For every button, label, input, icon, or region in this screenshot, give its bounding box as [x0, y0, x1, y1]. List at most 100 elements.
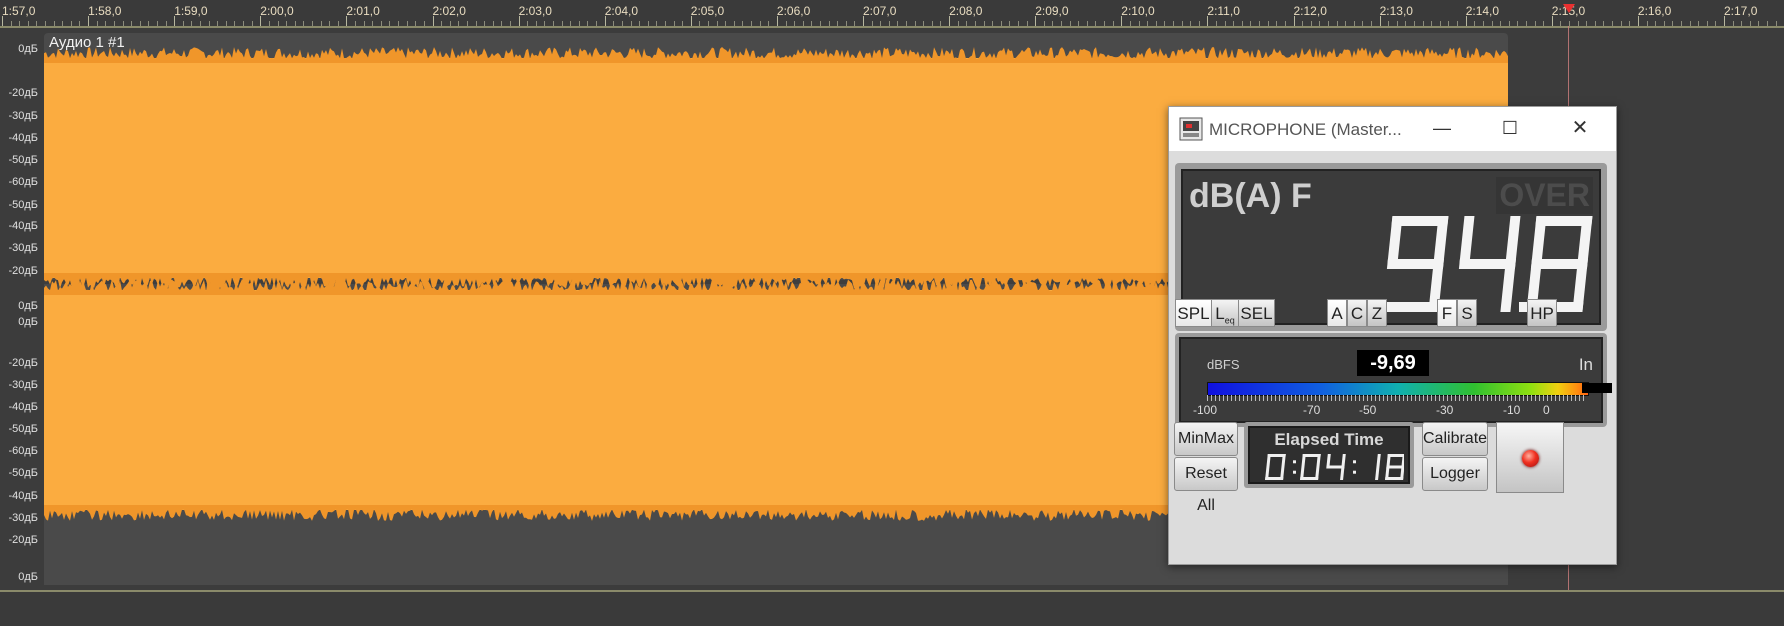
ruler-major-tick — [1293, 16, 1295, 26]
ruler-time-label: 2:02,0 — [432, 4, 466, 18]
digit-segment — [1375, 467, 1380, 480]
ruler-time-label: 1:59,0 — [174, 4, 208, 18]
ruler-minor-tick — [992, 21, 994, 26]
ruler-time-label: 2:16,0 — [1637, 4, 1672, 18]
digit-segment — [1315, 467, 1320, 480]
digit-segment — [1301, 454, 1306, 467]
weighting-a-button[interactable]: A — [1327, 299, 1347, 327]
reset-all-button[interactable]: Reset All — [1174, 457, 1238, 514]
ruler-major-tick — [776, 16, 778, 26]
spl-button[interactable]: SPL — [1175, 299, 1212, 327]
ruler-minor-tick — [1026, 21, 1028, 26]
weighting-c-button[interactable]: C — [1347, 299, 1367, 327]
ruler-minor-tick — [251, 21, 253, 26]
ruler-minor-tick — [36, 21, 38, 26]
track-title: Аудио 1 #1 — [49, 34, 125, 51]
ruler-time-label: 2:04,0 — [604, 4, 639, 18]
ruler-minor-tick — [217, 21, 219, 26]
dbfs-scale-label: -100 — [1193, 403, 1218, 417]
dbfs-value: -9,69 — [1357, 350, 1429, 376]
elapsed-time-display: Elapsed Time — [1248, 426, 1410, 484]
calibrate-button[interactable]: Calibrate — [1422, 422, 1488, 456]
ruler-major-tick — [1465, 16, 1467, 26]
minmax-button[interactable]: MinMax — [1174, 422, 1238, 456]
maximize-button[interactable]: ☐ — [1487, 113, 1533, 143]
db-scale-label: 0дБ — [18, 43, 38, 55]
dbfs-scale-label: -70 — [1303, 403, 1321, 417]
ruler-minor-tick — [1577, 21, 1579, 26]
db-scale-label: -20дБ — [8, 357, 38, 369]
ruler-minor-tick — [759, 21, 761, 26]
ruler-minor-tick — [191, 21, 193, 26]
ruler-minor-tick — [1474, 21, 1476, 26]
ruler-major-tick — [2, 16, 3, 26]
ruler-time-label: 2:13,0 — [1379, 4, 1413, 18]
ruler-major-tick — [1207, 16, 1209, 26]
leq-button[interactable]: Leq — [1211, 299, 1239, 327]
ruler-minor-tick — [492, 21, 494, 26]
record-button[interactable] — [1496, 422, 1564, 493]
digit-segment — [1500, 264, 1516, 312]
ruler-minor-tick — [1603, 21, 1605, 26]
dbfs-scale-label: -10 — [1503, 403, 1521, 417]
ruler-minor-tick — [613, 21, 615, 26]
ruler-minor-tick — [509, 21, 511, 26]
ruler-minor-tick — [303, 21, 305, 26]
db-scale-label: 0дБ — [18, 316, 38, 328]
ruler-minor-tick — [974, 21, 976, 26]
ruler-minor-tick — [1043, 21, 1045, 26]
ruler-minor-tick — [578, 21, 580, 26]
ruler-minor-tick — [1388, 21, 1390, 26]
db-scale-label: -20дБ — [8, 265, 38, 277]
timeline-ruler[interactable]: 1:57,0 1:58,0 1:59,0 2:00,0 2:01,0 2:02,0 2:03… — [0, 0, 1784, 28]
ruler-minor-tick — [1500, 21, 1502, 26]
ruler-minor-tick — [1775, 21, 1777, 26]
ruler-minor-tick — [337, 21, 339, 26]
ruler-minor-tick — [708, 21, 710, 26]
close-button[interactable]: ✕ — [1557, 113, 1603, 143]
ruler-minor-tick — [828, 21, 830, 26]
playhead-marker-icon[interactable] — [1563, 4, 1575, 13]
sound-level-meter-window[interactable]: MICROPHONE (Master... — ☐ ✕ dB(A) F OVER… — [1168, 106, 1617, 565]
leq-label: L — [1215, 304, 1225, 323]
ruler-minor-tick — [208, 21, 210, 26]
ruler-minor-tick — [837, 21, 839, 26]
ruler-minor-tick — [1181, 21, 1183, 26]
elapsed-time-title: Elapsed Time — [1274, 430, 1384, 449]
ruler-minor-tick — [1086, 21, 1088, 26]
ruler-minor-tick — [1767, 21, 1769, 26]
ruler-minor-tick — [1284, 21, 1286, 26]
segment-colon — [1293, 470, 1296, 474]
ruler-minor-tick — [1138, 21, 1140, 26]
ruler-minor-tick — [664, 21, 666, 26]
minimize-button[interactable]: — — [1419, 113, 1465, 143]
ruler-major-tick — [949, 16, 951, 26]
ruler-minor-tick — [148, 21, 150, 26]
leq-subscript: eq — [1224, 315, 1235, 326]
ruler-minor-tick — [1405, 21, 1407, 26]
weighting-z-button[interactable]: Z — [1367, 299, 1387, 327]
ruler-minor-tick — [27, 21, 29, 26]
digit-segment — [1505, 216, 1521, 264]
ruler-minor-tick — [19, 21, 21, 26]
ruler-minor-tick — [122, 21, 124, 26]
ruler-minor-tick — [819, 21, 821, 26]
sel-button[interactable]: SEL — [1238, 299, 1275, 327]
db-scale-label: -30дБ — [8, 110, 38, 122]
ruler-minor-tick — [845, 21, 847, 26]
window-titlebar[interactable]: MICROPHONE (Master... — ☐ ✕ — [1169, 107, 1616, 151]
db-scale: 0дБ -20дБ -30дБ -40дБ -50дБ -60дБ -50дБ -40дБ -3… — [0, 28, 44, 590]
hp-button[interactable]: HP — [1527, 299, 1557, 327]
ruler-minor-tick — [363, 21, 365, 26]
logger-button[interactable]: Logger — [1422, 457, 1488, 491]
ruler-minor-tick — [1655, 21, 1657, 26]
slow-button[interactable]: S — [1457, 299, 1477, 327]
ruler-major-tick — [432, 16, 434, 26]
fast-button[interactable]: F — [1437, 299, 1457, 327]
db-scale-label: -20дБ — [8, 87, 38, 99]
ruler-minor-tick — [553, 21, 555, 26]
ruler-minor-tick — [1629, 21, 1631, 26]
ruler-minor-tick — [234, 21, 236, 26]
ruler-minor-tick — [1491, 21, 1493, 26]
ruler-time-label: 2:10,0 — [1121, 4, 1155, 18]
